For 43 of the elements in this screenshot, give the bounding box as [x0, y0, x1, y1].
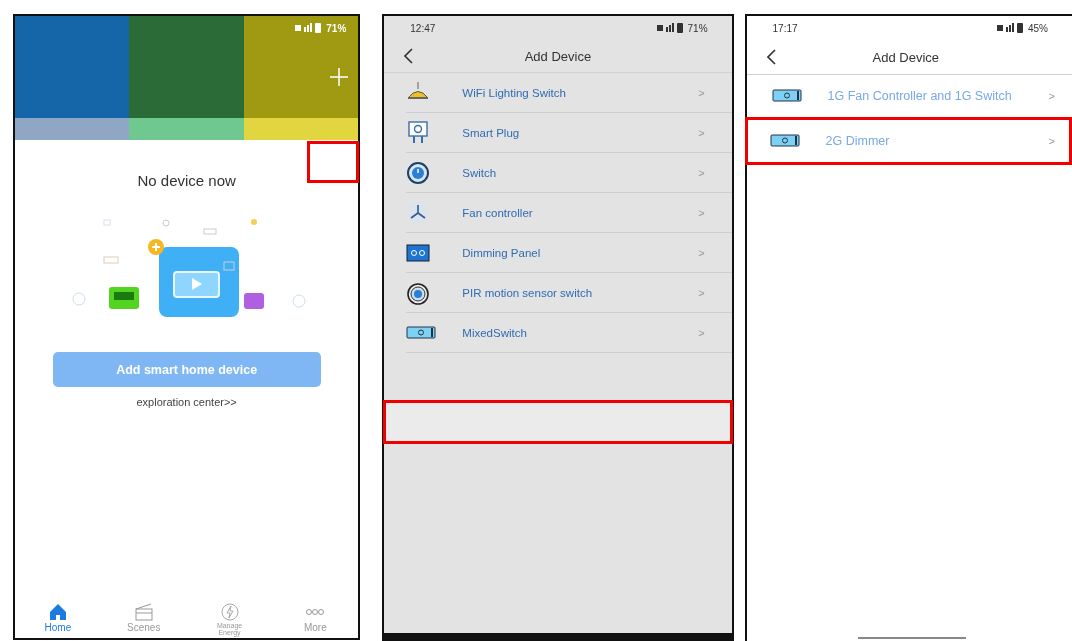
status-icons — [656, 23, 684, 33]
add-icon — [330, 68, 349, 86]
chevron-icon: > — [698, 206, 705, 219]
chevron-icon: > — [698, 126, 705, 139]
status-icons — [997, 23, 1024, 33]
device-list-item[interactable]: Switch > — [406, 153, 732, 193]
status-time: 17:17 — [772, 22, 798, 34]
chevron-icon: > — [698, 246, 705, 259]
empty-state-title: No device now — [137, 172, 236, 189]
device-list-item[interactable]: Fan controller > — [406, 193, 732, 233]
chevron-icon: > — [1048, 135, 1055, 147]
device-list-item[interactable]: 2G Dimmer > — [744, 117, 1072, 165]
status-time: 12:47 — [410, 22, 436, 34]
chevron-icon: > — [698, 286, 705, 299]
battery-percent: 45% — [1028, 22, 1048, 34]
back-icon — [766, 49, 776, 65]
chevron-icon: > — [698, 86, 705, 99]
device-list-item[interactable]: 1G Fan Controller and 1G Switch > — [746, 72, 1072, 120]
device-list-item[interactable]: Smart Plug > — [406, 113, 732, 153]
battery-percent: 71% — [326, 22, 347, 34]
nav-tab[interactable]: Home — [27, 602, 88, 636]
nav-tab[interactable]: More — [285, 602, 346, 636]
sensor-icon — [406, 280, 431, 305]
device-list-item[interactable]: Dimming Panel > — [406, 233, 732, 273]
chevron-icon: > — [698, 166, 705, 179]
status-icons — [295, 23, 323, 33]
screen-title: Add Device — [523, 48, 593, 64]
chevron-icon: > — [1048, 90, 1055, 102]
clapperboard-icon — [133, 602, 154, 622]
device-list-item[interactable]: WiFi Lighting Switch > — [406, 73, 732, 113]
chevron-icon: > — [698, 326, 705, 339]
plug-icon — [406, 120, 431, 145]
screen-title: Add Device — [871, 49, 940, 65]
device-list-item[interactable]: MixedSwitch > — [406, 313, 732, 353]
battery-percent: 71% — [687, 22, 708, 34]
home-icon — [47, 602, 68, 622]
back-icon — [404, 48, 414, 64]
device-list-item[interactable]: PIR motion sensor switch > — [406, 273, 732, 313]
exploration-link[interactable]: exploration center>> — [136, 396, 237, 408]
lightning-icon — [219, 602, 240, 622]
nav-tab[interactable]: Scenes — [113, 602, 174, 636]
power-icon — [406, 160, 431, 185]
fan-icon — [406, 200, 431, 225]
